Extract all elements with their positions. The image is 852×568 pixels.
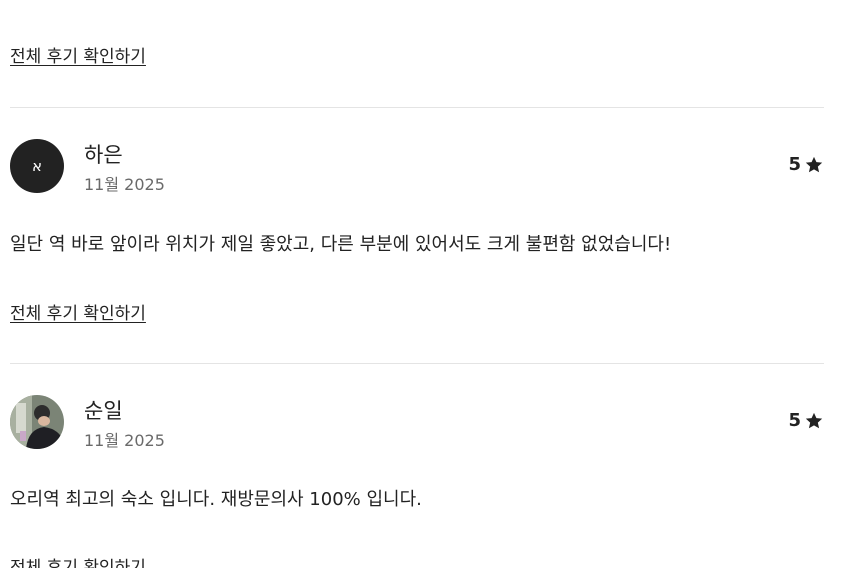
review-date: 11월 2025 bbox=[84, 431, 165, 450]
avatar-initial: א bbox=[31, 157, 43, 175]
review-rating: 5 bbox=[788, 154, 824, 175]
review-rating: 5 bbox=[788, 410, 824, 431]
review-text: 오리역 최고의 숙소 입니다. 재방문의사 100% 입니다. bbox=[10, 489, 422, 510]
avatar-photo bbox=[10, 395, 64, 449]
avatar[interactable]: א bbox=[10, 139, 64, 193]
show-full-review-link[interactable]: 전체 후기 확인하기 bbox=[10, 42, 146, 67]
avatar[interactable] bbox=[10, 395, 64, 449]
star-icon bbox=[805, 412, 823, 428]
reviews-section: 전체 후기 확인하기 א 하은 11월 2025 5 일단 역 바로 앞이라 위… bbox=[0, 0, 852, 568]
rating-value: 5 bbox=[788, 410, 801, 431]
review-date: 11월 2025 bbox=[84, 175, 165, 194]
reviewer-name: 하은 bbox=[84, 143, 123, 167]
rating-value: 5 bbox=[788, 154, 801, 175]
divider bbox=[10, 107, 824, 108]
show-full-review-link[interactable]: 전체 후기 확인하기 bbox=[10, 553, 146, 568]
star-icon bbox=[805, 156, 823, 172]
reviewer-name: 순일 bbox=[84, 399, 123, 423]
review-text: 일단 역 바로 앞이라 위치가 제일 좋았고, 다른 부분에 있어서도 크게 불… bbox=[10, 234, 672, 255]
divider bbox=[10, 363, 824, 364]
show-full-review-link[interactable]: 전체 후기 확인하기 bbox=[10, 299, 146, 324]
